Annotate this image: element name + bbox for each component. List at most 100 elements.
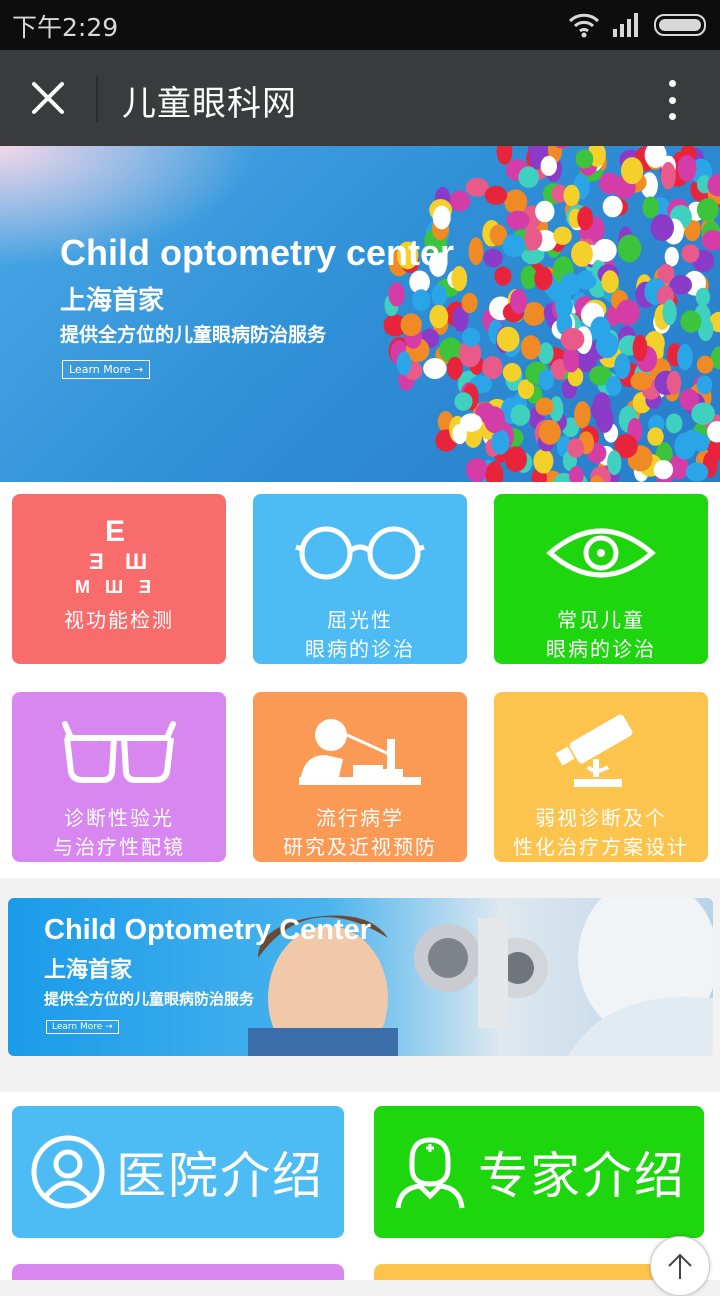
- balloon-shape: [485, 186, 507, 205]
- more-dot-icon: [669, 80, 676, 87]
- balloon-shape: [503, 363, 522, 382]
- tile-refractive[interactable]: 屈光性 眼病的诊治: [253, 494, 467, 664]
- balloon-shape: [447, 357, 463, 380]
- balloon-shape: [541, 156, 557, 176]
- balloon-shape: [388, 282, 404, 306]
- balloon-shape: [603, 196, 623, 218]
- balloon-shape: [621, 157, 643, 184]
- balloon-shape: [539, 369, 554, 390]
- balloon-shape: [518, 166, 539, 188]
- balloon-shape: [677, 344, 693, 370]
- tile-vision-test[interactable]: E Ǝ Ш M Ш Ǝ 视功能检测: [12, 494, 226, 664]
- balloon-shape: [574, 401, 591, 428]
- next-tile-partial[interactable]: [12, 1264, 344, 1280]
- balloon-shape: [469, 237, 484, 265]
- balloon-shape: [590, 317, 610, 341]
- balloon-shape: [412, 289, 430, 311]
- tile-diagnostic-optometry[interactable]: 诊断性验光 与治疗性配镜: [12, 692, 226, 862]
- svg-text:Ǝ: Ǝ: [89, 549, 104, 574]
- banner-title: Child Optometry Center: [44, 914, 371, 947]
- more-dot-icon: [669, 97, 676, 104]
- balloon-shape: [674, 433, 696, 460]
- balloon-shape: [534, 267, 552, 291]
- tile-epidemiology[interactable]: 流行病学 研究及近视预防: [253, 692, 467, 862]
- expert-intro-button[interactable]: 专家介绍: [374, 1106, 704, 1238]
- user-circle-icon: [30, 1134, 106, 1210]
- hero-banner[interactable]: Child optometry center 上海首家 提供全方位的儿童眼病防治…: [0, 146, 720, 482]
- scroll-to-top-button[interactable]: [650, 1236, 710, 1296]
- learn-more-button[interactable]: Learn More →: [62, 360, 150, 379]
- balloon-shape: [571, 241, 593, 267]
- hospital-intro-button[interactable]: 医院介绍: [12, 1106, 344, 1238]
- service-grid: E Ǝ Ш M Ш Ǝ 视功能检测 屈光性 眼病的诊治: [0, 482, 720, 878]
- microscope-icon: [556, 709, 646, 793]
- tile-label: 诊断性验光 与治疗性配镜: [12, 804, 226, 862]
- balloon-shape: [452, 424, 467, 444]
- balloon-shape: [503, 234, 526, 257]
- eye-chart-icon: E Ǝ Ш M Ш Ǝ: [69, 513, 169, 593]
- button-label: 专家介绍: [478, 1136, 686, 1208]
- balloon-shape: [484, 249, 503, 268]
- balloon-shape: [524, 227, 542, 250]
- nav-bar: 儿童眼科网: [0, 50, 720, 146]
- close-icon: [31, 81, 65, 115]
- balloon-shape: [521, 335, 541, 359]
- balloon-shape: [661, 162, 676, 190]
- balloon-shape: [663, 299, 677, 325]
- spectacles-icon: [57, 716, 181, 786]
- tile-amblyopia[interactable]: 弱视诊断及个 性化治疗方案设计: [494, 692, 708, 862]
- balloon-shape: [651, 214, 674, 241]
- balloon-shape: [533, 449, 553, 474]
- balloon-shape: [576, 149, 594, 168]
- signal-icon: [612, 13, 642, 37]
- intro-section: 医院介绍 专家介绍: [0, 1092, 720, 1280]
- eye-icon: [546, 523, 656, 583]
- balloon-shape: [691, 403, 715, 425]
- glasses-icon: [294, 523, 426, 583]
- balloon-shape: [506, 211, 529, 230]
- balloon-shape: [553, 227, 572, 245]
- balloon-shape: [462, 293, 478, 313]
- banner-title: Child optometry center: [60, 232, 454, 274]
- balloon-shape: [633, 335, 648, 361]
- balloons-image: [380, 146, 720, 482]
- svg-text:E: E: [105, 515, 125, 548]
- status-bar: 下午2:29: [0, 0, 720, 50]
- balloon-shape: [560, 273, 581, 295]
- balloon-shape: [505, 446, 527, 472]
- balloon-shape: [511, 404, 531, 425]
- balloon-shape: [433, 206, 451, 230]
- balloon-shape: [577, 206, 593, 230]
- balloon-shape: [642, 196, 658, 218]
- balloon-shape: [697, 376, 713, 395]
- balloon-shape: [539, 420, 561, 445]
- balloon-shape: [686, 462, 708, 481]
- balloon-shape: [564, 351, 579, 373]
- doctor-icon: [392, 1134, 468, 1210]
- balloon-shape: [607, 450, 621, 475]
- balloon-shape: [561, 328, 585, 350]
- balloon-shape: [682, 244, 700, 263]
- wifi-icon: [568, 12, 600, 38]
- more-menu-button[interactable]: [648, 76, 696, 124]
- banner-description: 提供全方位的儿童眼病防治服务: [44, 988, 254, 1009]
- tile-label: 屈光性 眼病的诊治: [253, 606, 467, 664]
- nav-divider: [96, 76, 98, 122]
- balloon-shape: [535, 201, 554, 223]
- tile-common-disease[interactable]: 常见儿童 眼病的诊治: [494, 494, 708, 664]
- balloon-shape: [535, 398, 553, 416]
- balloon-shape: [696, 288, 710, 307]
- balloon-shape: [462, 328, 480, 347]
- balloon-shape: [616, 300, 640, 326]
- page-title: 儿童眼科网: [122, 76, 297, 125]
- close-button[interactable]: [18, 68, 78, 128]
- arrow-up-icon: [665, 1251, 695, 1281]
- status-time: 下午2:29: [12, 8, 118, 44]
- battery-icon: [654, 13, 708, 37]
- balloon-shape: [593, 392, 611, 419]
- tile-label: 流行病学 研究及近视预防: [253, 804, 467, 862]
- promo-banner[interactable]: Child Optometry Center 上海首家 提供全方位的儿童眼病防治…: [8, 898, 713, 1056]
- balloon-shape: [497, 327, 520, 352]
- learn-more-button[interactable]: Learn More →: [46, 1020, 119, 1034]
- balloon-shape: [678, 155, 697, 182]
